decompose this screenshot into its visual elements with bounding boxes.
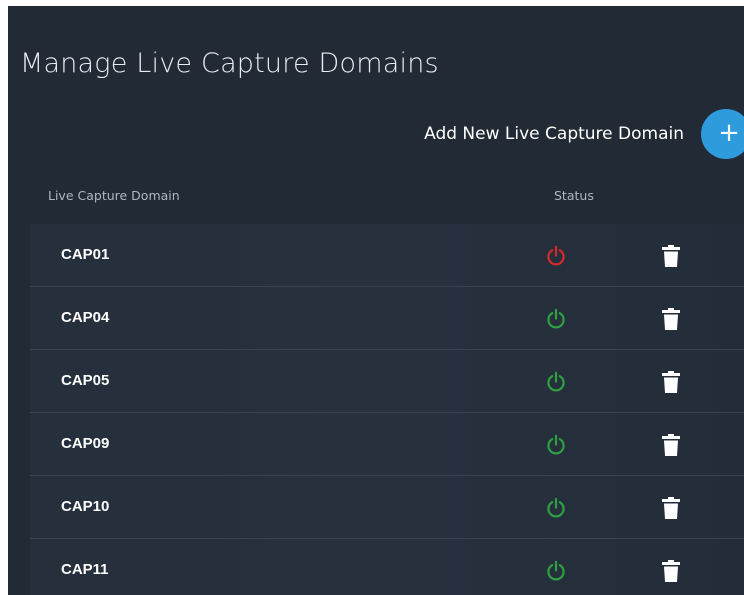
add-domain-label[interactable]: Add New Live Capture Domain [424, 124, 684, 144]
power-icon[interactable] [544, 496, 568, 520]
domain-name: CAP01 [61, 246, 110, 263]
trash-icon[interactable] [661, 433, 681, 457]
trash-icon[interactable] [661, 370, 681, 394]
table-row: CAP04 [30, 287, 744, 350]
plus-icon: + [718, 118, 740, 148]
domain-name: CAP05 [61, 372, 110, 389]
domain-list: CAP01 CAP04 CAP05 CAP09 CAP10 CAP11 [30, 224, 744, 595]
domain-name: CAP11 [61, 561, 109, 578]
power-icon[interactable] [544, 559, 568, 583]
domain-name: CAP10 [61, 498, 110, 515]
domain-name: CAP09 [61, 435, 110, 452]
power-icon[interactable] [544, 370, 568, 394]
trash-icon[interactable] [661, 307, 681, 331]
page-title: Manage Live Capture Domains [20, 48, 439, 79]
capture-domains-panel: Manage Live Capture Domains Add New Live… [8, 6, 744, 595]
add-domain-button[interactable]: + [701, 109, 744, 159]
table-row: CAP09 [30, 413, 744, 476]
table-row: CAP10 [30, 476, 744, 539]
domain-name: CAP04 [61, 309, 110, 326]
trash-icon[interactable] [661, 496, 681, 520]
power-icon[interactable] [544, 307, 568, 331]
power-icon[interactable] [544, 244, 568, 268]
column-header-status: Status [554, 188, 594, 203]
table-row: CAP05 [30, 350, 744, 413]
power-icon[interactable] [544, 433, 568, 457]
table-row: CAP11 [30, 539, 744, 595]
trash-icon[interactable] [661, 244, 681, 268]
trash-icon[interactable] [661, 559, 681, 583]
table-row: CAP01 [30, 224, 744, 287]
column-header-domain: Live Capture Domain [48, 188, 180, 203]
